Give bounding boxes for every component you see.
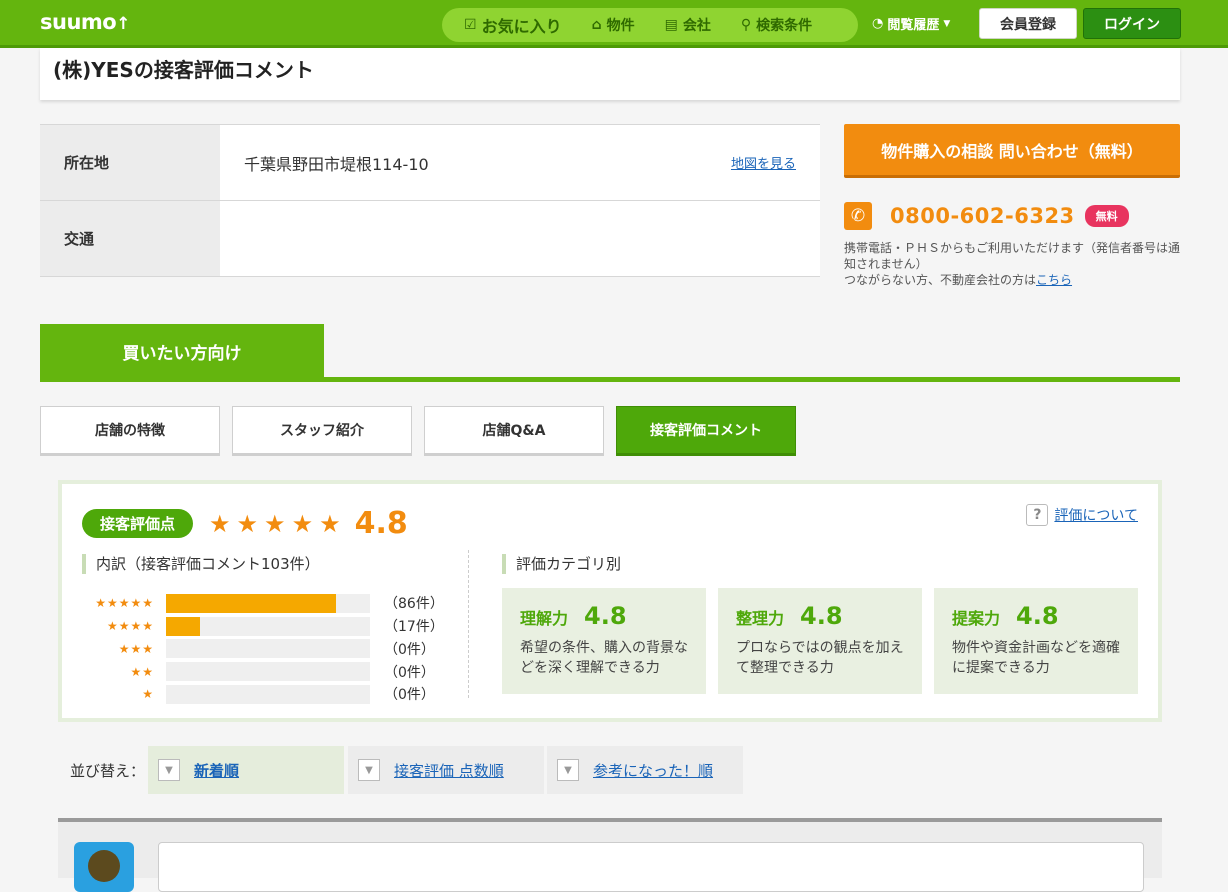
about-rating-link[interactable]: 評価について: [1054, 505, 1138, 525]
chevron-down-icon: ▼: [158, 759, 180, 781]
title-card: (株)YESの接客評価コメント: [40, 48, 1180, 100]
tab-for-buyers[interactable]: 買いたい方向け: [40, 324, 324, 378]
sort-label: 並び替え：: [70, 762, 146, 780]
house-icon: ⌂: [591, 17, 602, 33]
free-badge: 無料: [1084, 205, 1129, 227]
chevron-down-icon: ▼: [557, 759, 579, 781]
suumo-logo[interactable]: suumo↑: [40, 10, 130, 34]
rating-breakdown: ★★★★★ （86件） ★★★★ （17件） ★★★ （0件） ★★ （0件） ★ （0件…: [82, 592, 444, 706]
site-header: suumo↑ ☑ お気に入り ⌂ 物件 ▤ 会社 ⚲ 検索条件 ◔ 閲覧履歴 ▼ 会員登録 …: [0, 0, 1228, 48]
rating-score: 4.8: [354, 506, 408, 541]
category-understanding: 理解力 4.8 希望の条件、購入の背景などを深く理解できる力: [502, 588, 706, 694]
history-dropdown[interactable]: ◔ 閲覧履歴 ▼: [872, 14, 950, 33]
login-button[interactable]: ログイン: [1083, 8, 1181, 39]
tab-staff[interactable]: スタッフ紹介: [232, 406, 412, 456]
register-button[interactable]: 会員登録: [979, 8, 1077, 39]
info-value: 千葉県野田市堤根114-10 地図を見る: [244, 153, 796, 174]
divider: [468, 550, 469, 698]
phone-number: 0800-602-6323: [890, 204, 1075, 228]
sub-tabs: 店舗の特徴 スタッフ紹介 店舗Q&A 接客評価コメント: [40, 406, 796, 456]
info-row-address: 所在地 千葉県野田市堤根114-10 地図を見る: [40, 125, 820, 201]
tab-underline: [40, 377, 1180, 382]
category-proposal: 提案力 4.8 物件や資金計画などを適確に提案できる力: [934, 588, 1138, 694]
breakdown-row: ★★★ （0件）: [82, 638, 444, 661]
info-label: 所在地: [40, 125, 220, 200]
nav-property[interactable]: ⌂ 物件: [592, 15, 635, 35]
about-rating[interactable]: ? 評価について: [1026, 504, 1138, 526]
breakdown-row: ★★★★★ （86件）: [82, 592, 444, 615]
info-value: [220, 201, 820, 276]
rating-header: 接客評価点 ★★★★★ 4.8: [82, 506, 408, 541]
category-organizing: 整理力 4.8 プロならではの観点を加えて整理できる力: [718, 588, 922, 694]
header-nav: ☑ お気に入り ⌂ 物件 ▤ 会社 ⚲ 検索条件: [442, 8, 858, 42]
favorites-icon: ☑: [464, 17, 477, 33]
contact-here-link[interactable]: こちら: [1036, 273, 1072, 287]
question-icon: ?: [1026, 504, 1049, 526]
inquiry-button[interactable]: 物件購入の相談 問い合わせ（無料）: [844, 124, 1180, 178]
review-list: [58, 818, 1162, 892]
nav-company[interactable]: ▤ 会社: [665, 15, 711, 35]
avatar: [74, 842, 134, 892]
breakdown-row: ★ （0件）: [82, 683, 444, 706]
rating-pill: 接客評価点: [82, 509, 194, 538]
phone-row: ✆ 0800-602-6323 無料: [844, 202, 1129, 230]
breakdown-row: ★★ （0件）: [82, 660, 444, 683]
rating-stars: ★★★★★: [209, 509, 347, 538]
clock-icon: ◔: [872, 16, 884, 31]
search-icon: ⚲: [740, 17, 752, 33]
page-title: (株)YESの接客評価コメント: [53, 58, 314, 82]
building-icon: ▤: [664, 17, 678, 33]
chevron-down-icon: ▼: [358, 759, 380, 781]
phone-icon: ✆: [844, 202, 872, 230]
nav-search-conditions[interactable]: ⚲ 検索条件: [741, 15, 812, 35]
rating-summary: 接客評価点 ★★★★★ 4.8 ? 評価について 内訳（接客評価コメント103件…: [58, 480, 1162, 722]
tab-reviews[interactable]: 接客評価コメント: [616, 406, 796, 456]
phone-note: 携帯電話・ＰＨＳからもご利用いただけます（発信者番号は通知されません） つながら…: [844, 241, 1181, 287]
breakdown-label: 内訳（接客評価コメント103件）: [82, 554, 320, 574]
info-label: 交通: [40, 201, 220, 276]
view-map-link[interactable]: 地図を見る: [731, 153, 796, 172]
breakdown-row: ★★★★ （17件）: [82, 615, 444, 638]
category-label: 評価カテゴリ別: [502, 554, 621, 574]
chevron-down-icon: ▼: [943, 18, 951, 29]
sort-newest[interactable]: ▼ 新着順: [148, 746, 344, 794]
sort-helpful[interactable]: ▼ 参考になった！順: [547, 746, 743, 794]
review-card: [158, 842, 1144, 892]
info-row-access: 交通: [40, 201, 820, 277]
tab-store-features[interactable]: 店舗の特徴: [40, 406, 220, 456]
sort-rating[interactable]: ▼ 接客評価 点数順: [348, 746, 544, 794]
company-info-table: 所在地 千葉県野田市堤根114-10 地図を見る 交通: [40, 124, 820, 277]
nav-favorites[interactable]: ☑ お気に入り: [464, 13, 562, 37]
tab-store-qa[interactable]: 店舗Q&A: [424, 406, 604, 456]
